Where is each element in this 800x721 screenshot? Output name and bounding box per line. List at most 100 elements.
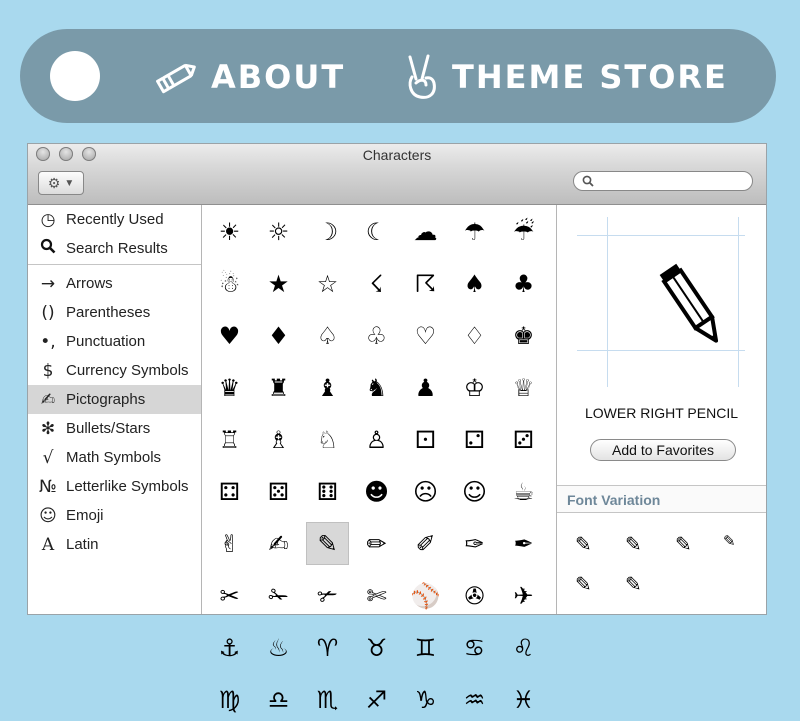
search-field[interactable] [573,171,753,191]
character-cell[interactable]: ✎ [306,522,349,565]
character-cell[interactable]: ♗ [257,418,300,461]
character-cell[interactable]: ♘ [306,418,349,461]
nav-theme-store-link[interactable]: THEME STORE [404,51,728,103]
asterisk-icon: ✻ [40,418,56,439]
sidebar-item-bullets-stars[interactable]: ✻ Bullets/Stars [28,414,201,443]
font-variation-heading[interactable]: Font Variation [557,485,766,513]
character-cell[interactable]: ♝ [306,366,349,409]
character-cell[interactable]: ♤ [306,314,349,357]
character-cell[interactable]: ✍ [257,522,300,565]
character-cell[interactable]: ✇ [453,574,496,617]
character-cell[interactable]: ♠ [453,262,496,305]
character-cell[interactable]: ♞ [355,366,398,409]
character-cell[interactable]: ☼ [257,210,300,253]
character-cell[interactable]: ☆ [306,262,349,305]
character-cell[interactable]: ♔ [453,366,496,409]
character-cell[interactable]: ☔ [502,210,545,253]
character-cell[interactable]: ✏ [355,522,398,565]
character-cell[interactable]: ☻ [355,470,398,513]
character-cell[interactable]: ♐ [355,678,398,721]
sidebar-item-search-results[interactable]: Search Results [28,234,201,263]
character-cell[interactable]: ♜ [257,366,300,409]
character-cell[interactable]: ♦ [257,314,300,357]
character-cell[interactable]: ⚾ [404,574,447,617]
character-cell[interactable]: ⚃ [208,470,251,513]
character-cell[interactable]: ♣ [502,262,545,305]
add-to-favorites-button[interactable]: Add to Favorites [590,439,736,461]
character-cell[interactable]: ✁ [257,574,300,617]
font-variation-glyph[interactable]: ✎ [723,532,736,550]
character-cell[interactable]: ♏ [306,678,349,721]
sidebar-item-arrows[interactable]: → Arrows [28,269,201,298]
character-cell[interactable]: ✂ [208,574,251,617]
character-cell[interactable]: ✃ [306,574,349,617]
character-cell[interactable]: ✄ [355,574,398,617]
character-cell[interactable]: ☂ [453,210,496,253]
avatar[interactable] [50,51,100,101]
character-cell[interactable]: ✐ [404,522,447,565]
font-variation-glyph[interactable]: ✎ [575,532,592,556]
character-cell[interactable]: ♙ [355,418,398,461]
font-variation-glyph[interactable]: ✎ [625,532,642,556]
sidebar-item-recently-used[interactable]: ◷ Recently Used [28,205,201,234]
character-cell[interactable]: ☈ [404,262,447,305]
font-variation-glyph[interactable]: ✎ [625,572,642,596]
character-cell[interactable]: ✑ [453,522,496,565]
character-cell[interactable]: ☾ [355,210,398,253]
sidebar-item-latin[interactable]: A Latin [28,530,201,559]
character-cell[interactable]: ☹ [404,470,447,513]
character-cell[interactable]: ♛ [208,366,251,409]
sidebar-item-pictographs[interactable]: ✍ Pictographs [28,385,201,414]
character-cell[interactable]: ♕ [502,366,545,409]
nav-about-link[interactable]: ABOUT [155,51,345,103]
character-cell[interactable]: ♎ [257,678,300,721]
character-cell[interactable]: ♉ [355,626,398,669]
sidebar-item-punctuation[interactable]: •, Punctuation [28,327,201,356]
character-cell[interactable]: ⚓ [208,626,251,669]
character-cell[interactable]: ☁ [404,210,447,253]
character-cell[interactable]: ♥ [208,314,251,357]
search-input[interactable] [598,173,742,189]
character-cell[interactable]: ⚂ [502,418,545,461]
character-cell[interactable]: ♖ [208,418,251,461]
character-cell[interactable]: ♍ [208,678,251,721]
sidebar-item-math-symbols[interactable]: √ Math Symbols [28,443,201,472]
character-cell[interactable]: ☕ [502,470,545,513]
character-cell[interactable]: ☺ [453,470,496,513]
character-cell[interactable]: ✈ [502,574,545,617]
character-cell[interactable]: ♧ [355,314,398,357]
character-cell[interactable]: ♨ [257,626,300,669]
character-cell[interactable]: ♟ [404,366,447,409]
character-cell[interactable]: ☇ [355,262,398,305]
character-cell[interactable]: ✌ [208,522,251,565]
character-cell[interactable]: ⚁ [453,418,496,461]
magnifier-icon [36,238,60,259]
sidebar-item-parentheses[interactable]: () Parentheses [28,298,201,327]
character-cell[interactable]: ☽ [306,210,349,253]
character-cell[interactable]: ☀ [208,210,251,253]
character-cell[interactable]: ♒ [453,678,496,721]
nav-theme-store-label: THEME STORE [452,58,728,96]
sidebar-item-letterlike-symbols[interactable]: № Letterlike Symbols [28,472,201,501]
character-cell[interactable]: ♡ [404,314,447,357]
character-cell[interactable]: ✒ [502,522,545,565]
character-cell[interactable]: ♊ [404,626,447,669]
character-cell[interactable]: ♈ [306,626,349,669]
writing-hand-icon: ✍ [40,389,56,410]
action-menu-button[interactable]: ⚙ ▼ [38,171,84,195]
character-cell[interactable]: ⚄ [257,470,300,513]
character-cell[interactable]: ♋ [453,626,496,669]
character-cell[interactable]: ♓ [502,678,545,721]
character-cell[interactable]: ♢ [453,314,496,357]
character-cell[interactable]: ⚀ [404,418,447,461]
font-variation-glyph[interactable]: ✎ [675,532,692,556]
sidebar-item-emoji[interactable]: ☺ Emoji [28,501,201,530]
character-cell[interactable]: ♚ [502,314,545,357]
sidebar-item-currency-symbols[interactable]: $ Currency Symbols [28,356,201,385]
character-cell[interactable]: ☃ [208,262,251,305]
character-cell[interactable]: ♑ [404,678,447,721]
character-cell[interactable]: ⚅ [306,470,349,513]
font-variation-glyph[interactable]: ✎ [575,572,592,596]
character-cell[interactable]: ★ [257,262,300,305]
character-cell[interactable]: ♌ [502,626,545,669]
